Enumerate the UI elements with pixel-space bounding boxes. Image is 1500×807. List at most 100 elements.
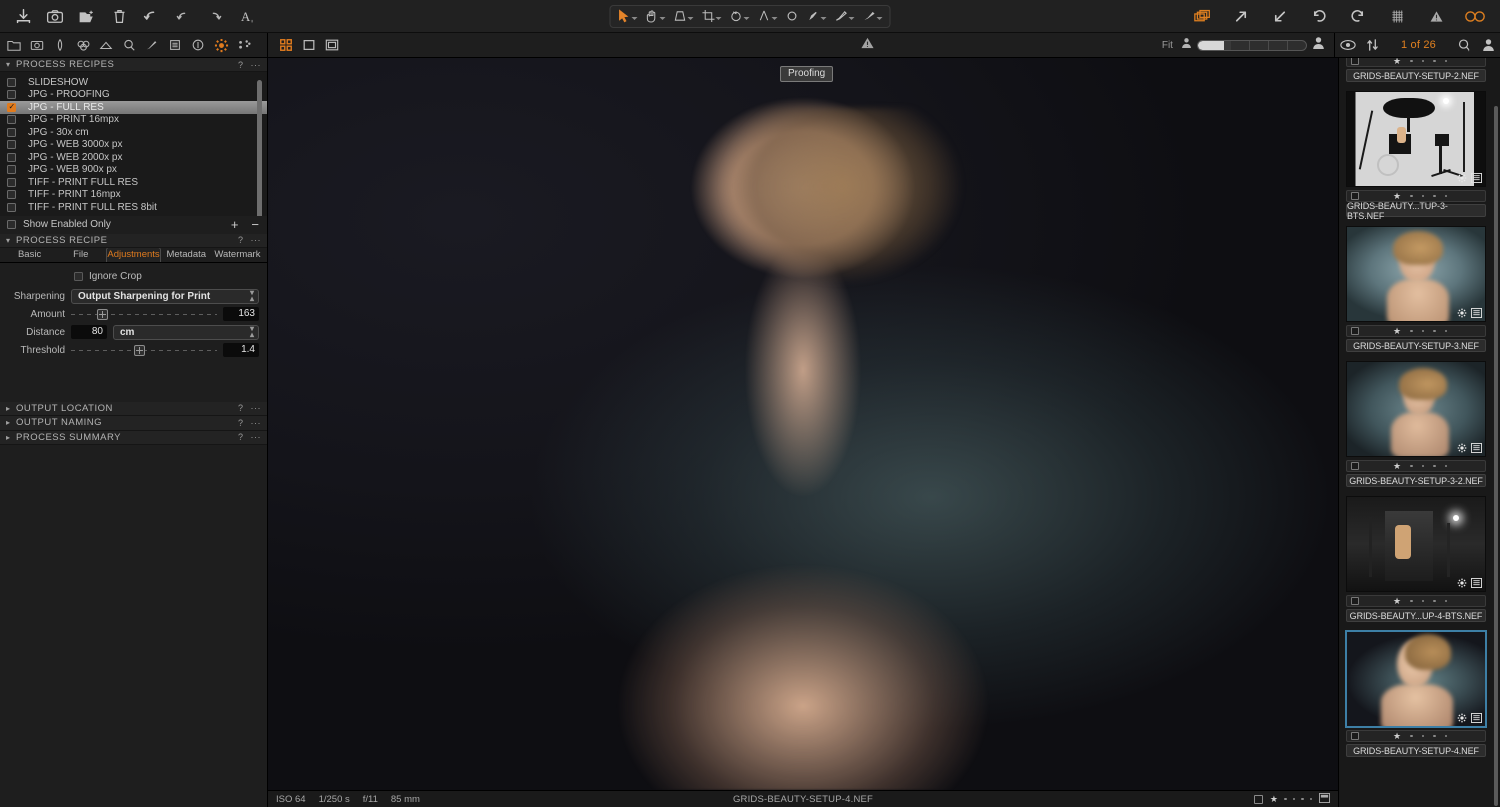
star-empty-icon[interactable] [1292, 797, 1295, 801]
star-filled-icon[interactable]: ★ [1393, 58, 1401, 67]
remove-recipe-button[interactable]: − [251, 217, 259, 232]
spot-removal-icon[interactable] [782, 6, 803, 26]
more-options-icon[interactable]: ··· [251, 235, 262, 245]
star-empty-icon[interactable] [1410, 194, 1413, 198]
adjustments-icon[interactable] [141, 34, 163, 56]
tab-file[interactable]: File [55, 248, 106, 262]
recipe-item[interactable]: JPG - WEB 2000x px [0, 151, 267, 164]
star-empty-icon[interactable] [1284, 797, 1287, 801]
star-empty-icon[interactable] [1410, 464, 1413, 468]
star-empty-icon[interactable] [1433, 194, 1436, 198]
star-empty-icon[interactable] [1433, 734, 1436, 738]
thumbnail-item[interactable]: ★ GRIDS-BEAUTY...TUP-3-BTS.NEF [1339, 91, 1500, 221]
tab-basic[interactable]: Basic [4, 248, 55, 262]
tab-watermark[interactable]: Watermark [212, 248, 263, 262]
undo-arrow-icon[interactable] [136, 3, 166, 29]
star-empty-icon[interactable] [1309, 797, 1312, 801]
output-location-section[interactable]: ▸ OUTPUT LOCATION ? ··· [0, 401, 267, 416]
star-empty-icon[interactable] [1421, 329, 1425, 333]
help-icon[interactable]: ? [238, 403, 244, 413]
thumbnail-rating-bar[interactable]: ★ [1346, 460, 1486, 472]
star-empty-icon[interactable] [1410, 59, 1413, 63]
amount-slider[interactable] [71, 307, 217, 322]
metadata-icon[interactable] [1471, 307, 1482, 318]
help-icon[interactable]: ? [238, 418, 244, 428]
lens-icon[interactable] [49, 34, 71, 56]
image-browser[interactable]: ★ GRIDS-BEAUTY-SETUP-2.NEF ★ GRIDS-BEAUT… [1338, 58, 1500, 807]
draw-mask-icon[interactable] [803, 6, 831, 26]
threshold-value[interactable]: 1.4 [223, 343, 259, 357]
metadata-icon[interactable] [187, 34, 209, 56]
recipe-item[interactable]: TIFF - PRINT 16mpx [0, 189, 267, 202]
recipe-checkbox[interactable] [7, 115, 16, 125]
star-filled-icon[interactable]: ★ [1393, 731, 1401, 742]
recipe-checkbox[interactable] [7, 190, 16, 200]
output-icon[interactable] [210, 34, 232, 56]
exposure-icon[interactable] [95, 34, 117, 56]
recipe-checkbox[interactable] [7, 165, 16, 175]
person-icon[interactable] [1476, 33, 1500, 58]
thumbnail-image[interactable] [1346, 91, 1486, 187]
recipe-item[interactable]: JPG - 30x cm [0, 126, 267, 139]
tab-adjustments[interactable]: Adjustments [106, 246, 161, 262]
thumbnail-image[interactable] [1346, 496, 1486, 592]
help-icon[interactable]: ? [238, 60, 244, 70]
recipe-checkbox[interactable] [7, 90, 16, 100]
thumbnail-checkbox[interactable] [1351, 192, 1359, 200]
gradient-mask-icon[interactable] [859, 6, 887, 26]
search-icon[interactable] [1452, 33, 1476, 58]
star-empty-icon[interactable] [1444, 599, 1448, 603]
star-empty-icon[interactable] [1410, 599, 1413, 603]
amount-value[interactable]: 163 [223, 307, 259, 321]
star-filled-icon[interactable]: ★ [1393, 326, 1401, 337]
import-icon[interactable] [8, 3, 38, 29]
redo-icon[interactable] [200, 3, 230, 29]
recipe-checkbox[interactable] [7, 177, 16, 187]
chevron-right-icon[interactable]: ▸ [6, 433, 16, 442]
star-empty-icon[interactable] [1444, 329, 1448, 333]
settings-gear-icon[interactable] [1456, 442, 1467, 453]
clipping-warning-icon[interactable] [1421, 3, 1451, 29]
star-empty-icon[interactable] [1444, 464, 1448, 468]
recipe-item[interactable]: JPG - PRINT 16mpx [0, 114, 267, 127]
multi-view-icon[interactable] [322, 36, 342, 54]
sort-icon[interactable] [1361, 33, 1385, 58]
chevron-down-icon[interactable]: ▾ [6, 236, 16, 245]
recipe-item[interactable]: SLIDESHOW [0, 76, 267, 89]
single-view-icon[interactable] [299, 36, 319, 54]
cursor-select-icon[interactable] [614, 6, 642, 26]
show-enabled-only-row[interactable]: Show Enabled Only + − [0, 215, 267, 234]
star-empty-icon[interactable] [1433, 329, 1436, 333]
metadata-icon[interactable] [1471, 712, 1482, 723]
capture-icon[interactable] [26, 34, 48, 56]
thumbnail-rating-bar[interactable]: ★ [1346, 325, 1486, 337]
thumbnail-item[interactable]: ★ GRIDS-BEAUTY-SETUP-3-2.NEF [1339, 361, 1500, 487]
chevron-right-icon[interactable]: ▸ [6, 404, 16, 413]
settings-gear-icon[interactable] [1456, 712, 1467, 723]
star-empty-icon[interactable] [1410, 329, 1413, 333]
star-filled-icon[interactable]: ★ [1270, 794, 1278, 805]
settings-gear-icon[interactable] [1456, 577, 1467, 588]
star-empty-icon[interactable] [1433, 599, 1436, 603]
thumbnail-checkbox[interactable] [1351, 597, 1359, 605]
recipe-item-selected[interactable]: JPG - FULL RES [0, 101, 267, 114]
recipes-scrollbar[interactable] [257, 80, 262, 220]
star-empty-icon[interactable] [1433, 59, 1436, 63]
thumbnail-item-selected[interactable]: ★ GRIDS-BEAUTY-SETUP-4.NEF [1339, 630, 1500, 757]
show-enabled-only-checkbox[interactable] [7, 220, 16, 229]
rotate-ccw-icon[interactable] [1304, 3, 1334, 29]
recipe-checkbox[interactable] [7, 77, 16, 87]
zoom-slider[interactable] [1181, 36, 1325, 55]
star-empty-icon[interactable] [1410, 734, 1413, 738]
rating-stars[interactable]: ★ [1270, 794, 1312, 805]
rotate-icon[interactable] [726, 6, 754, 26]
ignore-crop-row[interactable]: Ignore Crop [0, 269, 259, 285]
trash-icon[interactable] [104, 3, 134, 29]
rotate-cw-icon[interactable] [1343, 3, 1373, 29]
keystone-icon[interactable] [670, 6, 698, 26]
recipe-checkbox[interactable] [7, 152, 16, 162]
more-options-icon[interactable]: ··· [251, 432, 262, 442]
settings-gear-icon[interactable] [1456, 307, 1467, 318]
recipe-checkbox-checked[interactable] [7, 101, 16, 112]
sharpening-select[interactable]: Output Sharpening for Print ▾ ▴ [71, 288, 259, 304]
